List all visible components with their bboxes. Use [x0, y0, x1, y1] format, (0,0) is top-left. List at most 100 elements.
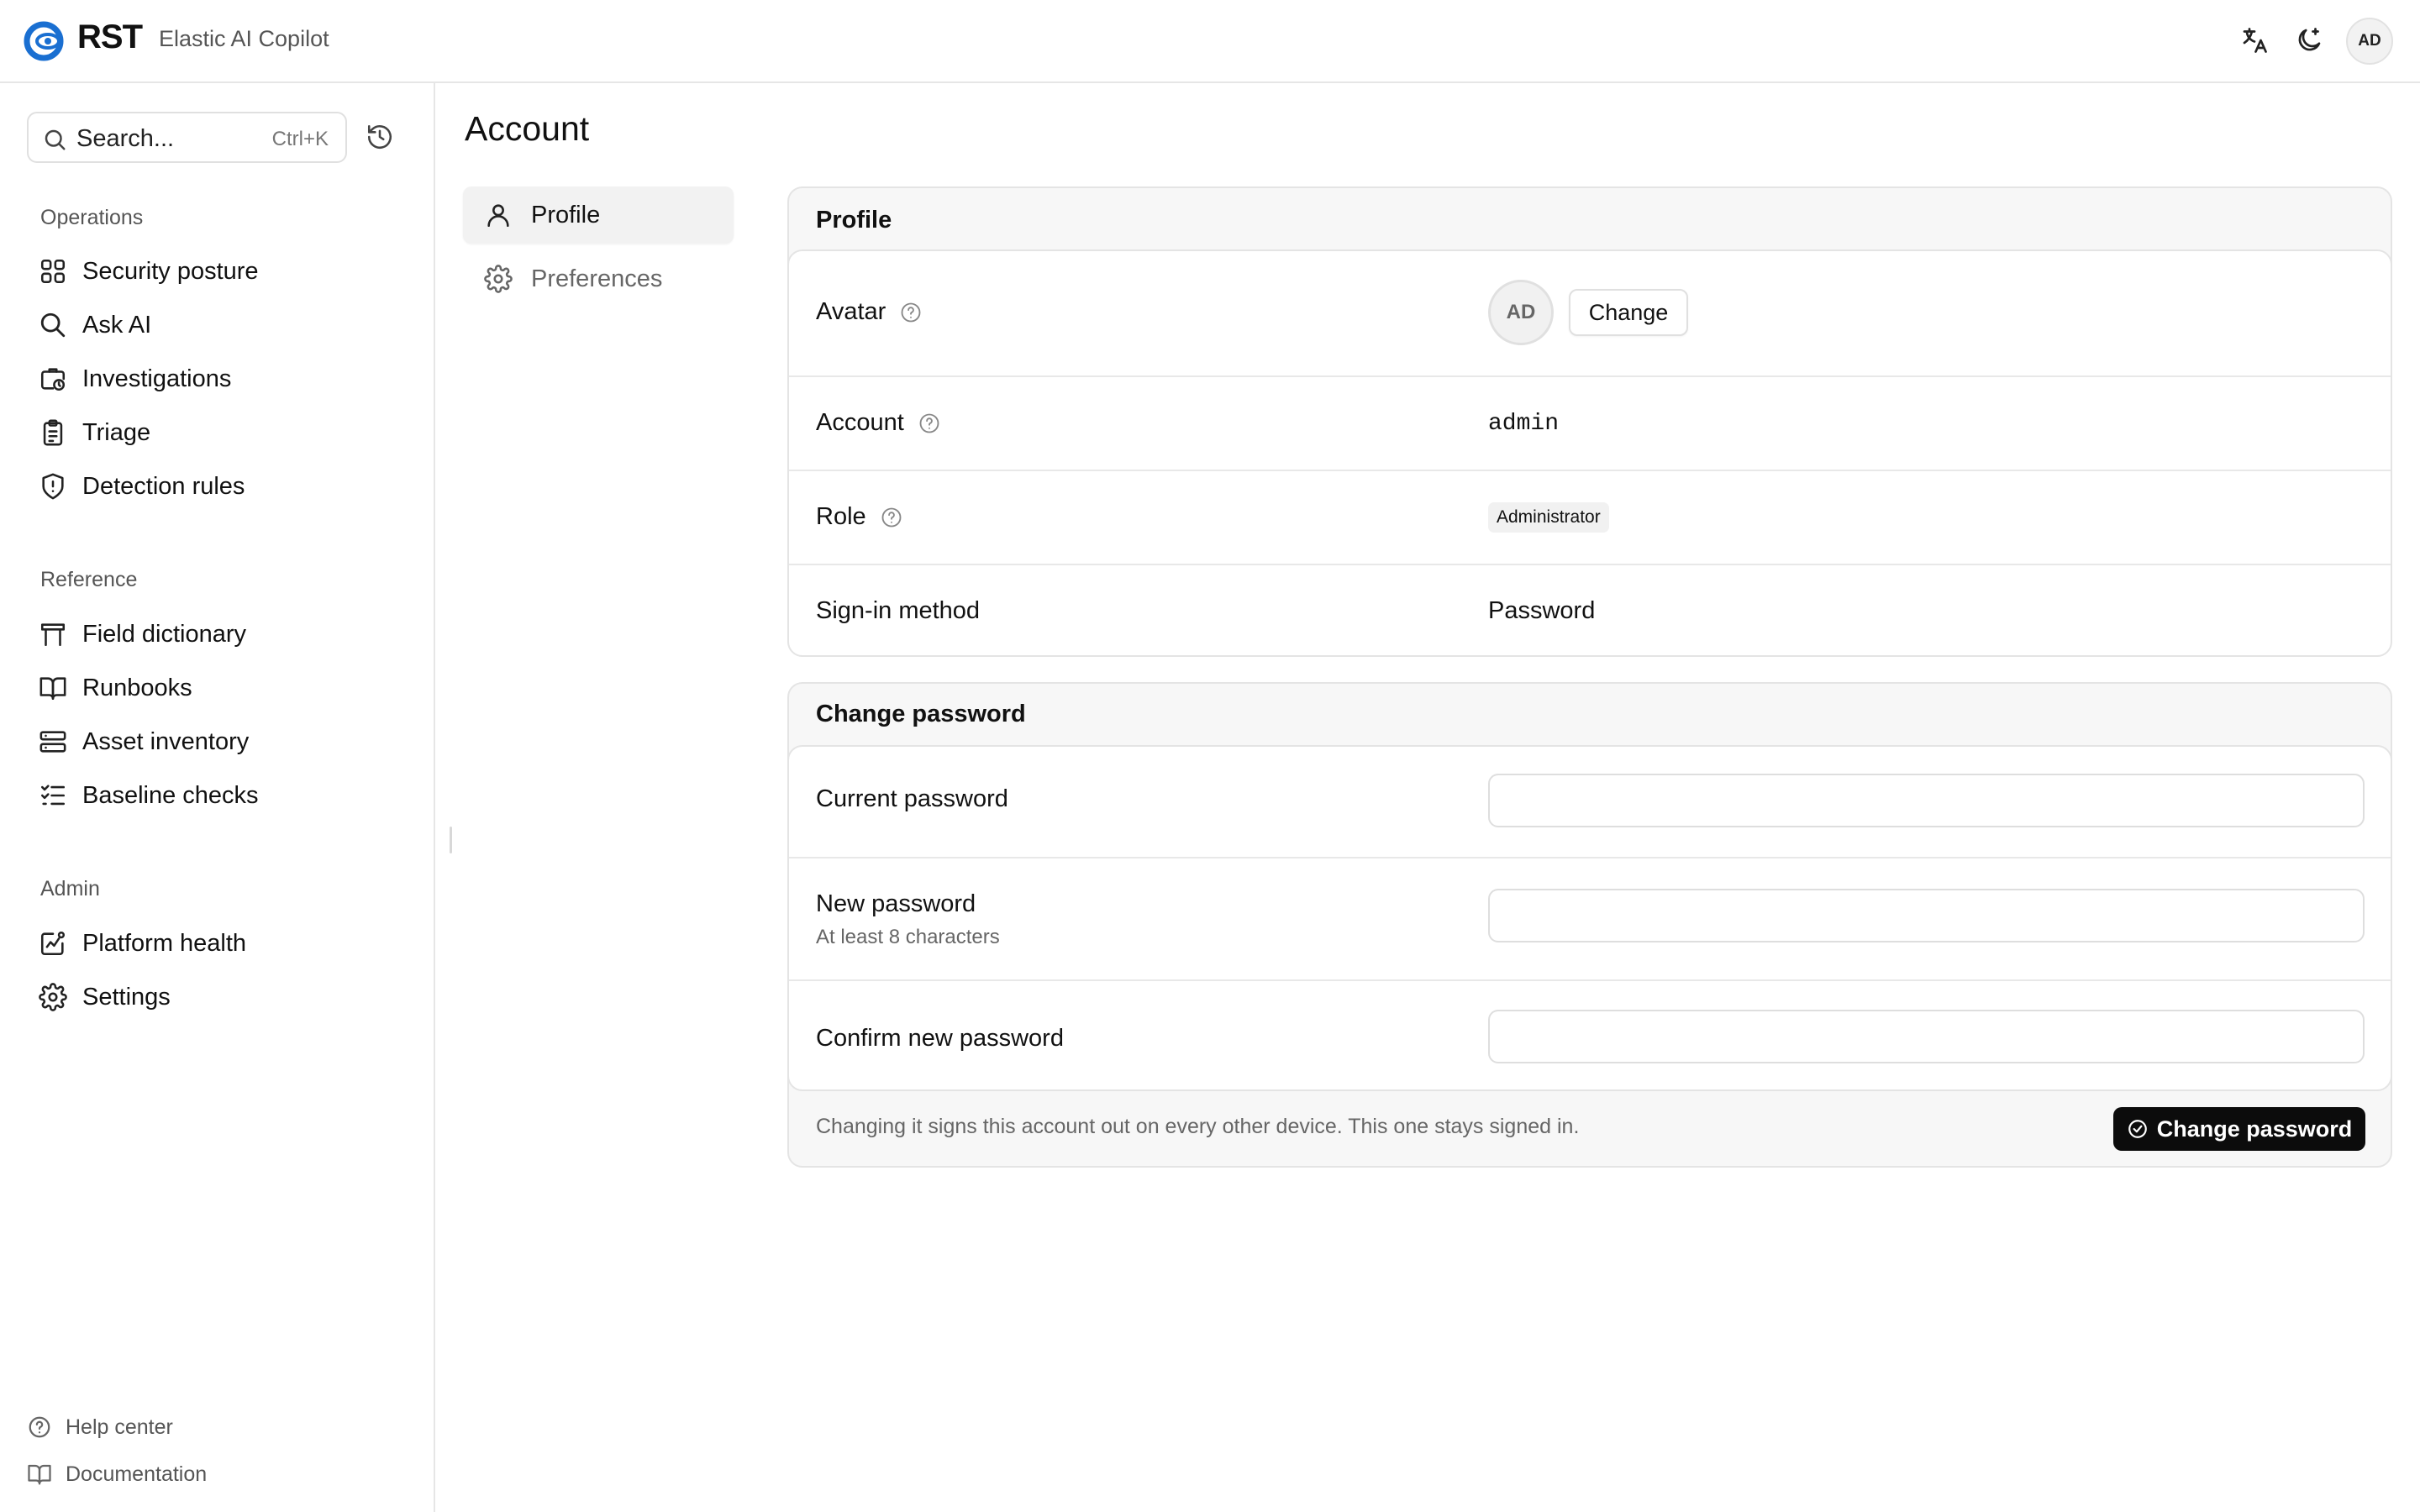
- sidebar-item-runbooks[interactable]: Runbooks: [27, 664, 413, 711]
- avatar-row: Avatar AD Change: [789, 251, 2391, 377]
- server-icon: [39, 731, 66, 753]
- user-avatar-button[interactable]: AD: [2346, 18, 2393, 65]
- sidebar-item-label: Baseline checks: [82, 781, 259, 809]
- theme-toggle-icon[interactable]: [2294, 25, 2324, 55]
- sidebar-item-label: Investigations: [82, 365, 232, 392]
- search-icon: [45, 129, 66, 150]
- account-label: Account: [816, 409, 941, 437]
- history-icon[interactable]: [366, 123, 394, 151]
- password-change-note: Changing it signs this account out on ev…: [816, 1115, 1580, 1138]
- logo-mark-icon: [24, 21, 64, 61]
- confirm-password-row: Confirm new password: [789, 981, 2391, 1090]
- sidebar-item-label: Ask AI: [82, 311, 152, 339]
- book-open-icon: [28, 1464, 51, 1485]
- checklist-icon: [40, 785, 66, 806]
- current-password-input[interactable]: [1488, 774, 2365, 827]
- help-circle-icon[interactable]: [918, 412, 941, 435]
- search-placeholder: Search...: [76, 125, 175, 152]
- role-row: Role Administrator: [789, 471, 2391, 565]
- sidebar-item-label: Triage: [82, 418, 151, 446]
- sidebar-item-asset-inventory[interactable]: Asset inventory: [27, 718, 413, 765]
- sidebar-item-label: Runbooks: [82, 674, 192, 701]
- confirm-password-input[interactable]: [1488, 1010, 2365, 1063]
- sidebar-item-detection-rules[interactable]: Detection rules: [27, 463, 413, 510]
- role-badge: Administrator: [1488, 502, 1609, 533]
- change-avatar-button[interactable]: Change: [1569, 289, 1688, 336]
- sidebar-item-label: Field dictionary: [82, 620, 247, 648]
- section-label-operations: Operations: [40, 206, 144, 229]
- new-password-input[interactable]: [1488, 889, 2365, 942]
- subnav-label: Preferences: [531, 265, 663, 292]
- change-password-button[interactable]: Change password: [2113, 1107, 2365, 1151]
- app-name: Elastic AI Copilot: [159, 26, 329, 51]
- search-icon: [40, 312, 66, 338]
- signin-method-label: Sign-in method: [816, 597, 981, 624]
- grid-icon: [40, 259, 66, 284]
- sidebar-item-label: Asset inventory: [82, 727, 250, 755]
- gear-icon: [39, 983, 67, 1011]
- account-row: Account admin: [789, 377, 2391, 471]
- page-title: Account: [465, 109, 590, 148]
- current-password-label: Current password: [816, 785, 1008, 812]
- new-password-row: New password At least 8 characters: [789, 858, 2391, 981]
- profile-card: Profile Avatar AD Change Account admin R…: [787, 186, 2392, 657]
- search-input[interactable]: Search... Ctrl+K: [27, 112, 347, 163]
- change-password-button-label: Change password: [2156, 1116, 2353, 1142]
- profile-card-body: Avatar AD Change Account admin Role Admi…: [787, 249, 2392, 657]
- avatar-label-text: Avatar: [816, 298, 886, 325]
- sidebar-item-ask-ai[interactable]: Ask AI: [27, 302, 413, 349]
- check-circle-icon: [2128, 1120, 2147, 1138]
- sidebar-item-security-posture[interactable]: Security posture: [27, 248, 413, 295]
- sidebar-item-label: Detection rules: [82, 472, 245, 500]
- help-circle-icon[interactable]: [880, 506, 903, 529]
- sidebar-item-platform-health[interactable]: Platform health: [27, 920, 413, 967]
- change-password-card-body: Current password New password At least 8…: [787, 745, 2392, 1091]
- book-icon: [39, 677, 66, 701]
- health-chart-icon: [40, 931, 66, 956]
- sidebar-item-triage[interactable]: Triage: [27, 409, 413, 456]
- signin-method-row: Sign-in method Password: [789, 565, 2391, 656]
- sidebar-item-investigations[interactable]: Investigations: [27, 355, 413, 402]
- sidebar-item-field-dictionary[interactable]: Field dictionary: [27, 611, 413, 658]
- documentation-label: Documentation: [66, 1462, 208, 1486]
- signin-method-value: Password: [1488, 597, 1596, 624]
- subnav-item-profile[interactable]: Profile: [463, 186, 734, 244]
- account-value: admin: [1488, 411, 1560, 437]
- section-label-admin: Admin: [40, 877, 100, 900]
- sidebar-item-label: Settings: [82, 983, 171, 1011]
- avatar: AD: [1488, 280, 1554, 345]
- help-circle-icon[interactable]: [899, 301, 923, 324]
- logo-text: RST: [77, 18, 143, 55]
- confirm-password-label: Confirm new password: [816, 1025, 1064, 1052]
- account-label-text: Account: [816, 409, 904, 436]
- documentation-link[interactable]: Documentation: [27, 1456, 207, 1493]
- clipboard-icon: [43, 419, 63, 446]
- role-label-text: Role: [816, 503, 866, 530]
- new-password-hint: At least 8 characters: [816, 926, 1000, 948]
- user-icon: [487, 204, 509, 228]
- investigation-icon: [40, 368, 66, 391]
- sidebar-item-label: Platform health: [82, 929, 247, 957]
- avatar-label: Avatar: [816, 298, 923, 326]
- sidebar-resize-handle[interactable]: [450, 827, 452, 853]
- current-password-row: Current password: [789, 747, 2391, 858]
- help-circle-icon: [29, 1416, 50, 1438]
- section-label-reference: Reference: [40, 568, 138, 591]
- sidebar: Search... Ctrl+K Operations Security pos…: [0, 83, 435, 1512]
- sidebar-item-settings[interactable]: Settings: [27, 974, 413, 1021]
- help-center-link[interactable]: Help center: [27, 1409, 173, 1446]
- shield-alert-icon: [42, 473, 64, 500]
- gear-icon: [484, 265, 513, 293]
- search-shortcut: Ctrl+K: [271, 128, 329, 150]
- new-password-label: New password: [816, 890, 976, 917]
- sidebar-item-baseline-checks[interactable]: Baseline checks: [27, 772, 413, 819]
- subnav-label: Profile: [531, 201, 601, 228]
- top-header: RST Elastic AI Copilot AD: [0, 0, 2420, 83]
- help-center-label: Help center: [66, 1415, 173, 1439]
- table-icon: [40, 623, 66, 647]
- subnav-item-preferences[interactable]: Preferences: [463, 250, 734, 307]
- change-password-card: Change password Current password New pas…: [787, 682, 2392, 1168]
- translate-icon[interactable]: [2239, 25, 2270, 55]
- change-password-card-title: Change password: [816, 701, 1026, 727]
- role-label: Role: [816, 503, 903, 531]
